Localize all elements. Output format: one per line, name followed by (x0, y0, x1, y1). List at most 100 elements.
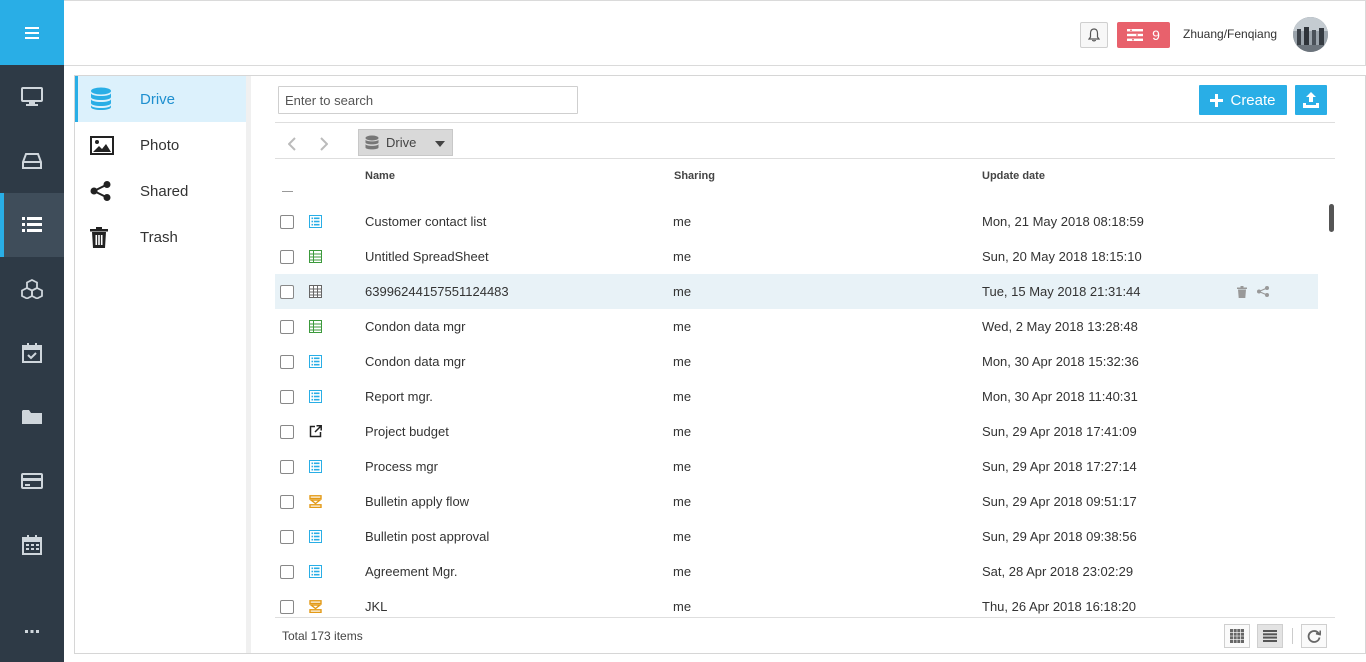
sidebar-item-label: Photo (140, 136, 180, 154)
sidebar-item-drive[interactable]: Drive (75, 76, 246, 122)
chevron-left-icon (288, 137, 296, 151)
file-type-icon (308, 390, 322, 404)
row-checkbox[interactable] (280, 249, 294, 264)
form-icon (308, 355, 322, 368)
table-row[interactable]: Untitled SpreadSheet me Sun, 20 May 2018 1… (275, 239, 1318, 274)
rail-item-tasks[interactable] (0, 321, 64, 385)
file-name[interactable]: JKL (365, 599, 387, 614)
file-sharing: me (673, 459, 692, 474)
list-view-button[interactable] (1257, 624, 1283, 648)
table-row[interactable]: JKL me Thu, 26 Apr 2018 16:18:20 (275, 589, 1318, 616)
file-sharing: me (673, 599, 692, 614)
row-checkbox[interactable] (280, 564, 294, 579)
rail-item-payment[interactable] (0, 449, 64, 513)
search-input[interactable] (278, 86, 578, 114)
rail-item-modules[interactable] (0, 257, 64, 321)
database-icon (365, 135, 379, 149)
row-checkbox[interactable] (280, 599, 294, 614)
rail-item-desktop[interactable] (0, 65, 64, 129)
table-row[interactable]: Process mgr me Sun, 29 Apr 2018 17:27:14 (275, 449, 1318, 484)
trash-icon (90, 226, 108, 248)
sidebar-item-photo[interactable]: Photo (75, 122, 246, 168)
toolbar-divider (275, 122, 1335, 123)
rail-item-drive[interactable] (0, 129, 64, 193)
file-update-date: Sun, 29 Apr 2018 17:41:09 (982, 424, 1137, 439)
file-update-date: Sun, 29 Apr 2018 09:38:56 (982, 529, 1137, 544)
file-name[interactable]: Agreement Mgr. (365, 564, 458, 579)
file-sharing: me (673, 564, 692, 579)
file-sharing: me (673, 319, 692, 334)
file-type-icon (308, 425, 322, 439)
table-row[interactable]: Condon data mgr me Wed, 2 May 2018 13:28:4… (275, 309, 1318, 344)
file-name[interactable]: Condon data mgr (365, 319, 465, 334)
scrollbar-thumb[interactable] (1329, 204, 1334, 232)
file-name[interactable]: 63996244157551124483 (365, 284, 509, 299)
plus-icon (1210, 93, 1224, 107)
grid-icon (1230, 629, 1244, 643)
rail-item-calendar[interactable] (0, 513, 64, 577)
file-name[interactable]: Project budget (365, 424, 449, 439)
location-dropdown[interactable]: Drive (358, 129, 453, 156)
refresh-button[interactable] (1301, 624, 1327, 648)
refresh-icon (1307, 630, 1321, 643)
table-row[interactable]: Project budget me Sun, 29 Apr 2018 17:41:0… (275, 414, 1318, 449)
table-row[interactable]: Condon data mgr me Mon, 30 Apr 2018 15:32:… (275, 344, 1318, 379)
workflow-icon (308, 495, 322, 508)
table-row[interactable]: 63996244157551124483 me Tue, 15 May 2018 2… (275, 274, 1318, 309)
row-checkbox[interactable] (280, 319, 294, 334)
rail-more-button[interactable] (0, 602, 64, 662)
card-icon (21, 473, 43, 489)
file-name[interactable]: Report mgr. (365, 389, 433, 404)
table-row[interactable]: Report mgr. me Mon, 30 Apr 2018 11:40:31 (275, 379, 1318, 414)
row-checkbox[interactable] (280, 494, 294, 509)
row-checkbox[interactable] (280, 529, 294, 544)
user-name[interactable]: Zhuang/Fenqiang (1183, 27, 1277, 41)
chevron-right-icon (320, 137, 328, 151)
avatar[interactable] (1293, 17, 1328, 52)
select-all-indicator[interactable] (282, 191, 293, 192)
form-icon (308, 530, 322, 543)
back-button[interactable] (278, 132, 306, 156)
column-header-name[interactable]: Name (365, 170, 395, 182)
file-name[interactable]: Process mgr (365, 459, 438, 474)
row-checkbox[interactable] (280, 354, 294, 369)
row-checkbox[interactable] (280, 284, 294, 299)
column-header-sharing[interactable]: Sharing (674, 170, 715, 182)
row-checkbox[interactable] (280, 389, 294, 404)
column-header-date[interactable]: Update date (982, 170, 1045, 182)
table-row[interactable]: Bulletin post approval me Sun, 29 Apr 2018… (275, 519, 1318, 554)
forward-button[interactable] (310, 132, 338, 156)
file-name[interactable]: Untitled SpreadSheet (365, 249, 489, 264)
rail-item-files[interactable] (0, 385, 64, 449)
spreadsheet-icon (308, 320, 322, 333)
table-row[interactable]: Bulletin apply flow me Sun, 29 Apr 2018 09… (275, 484, 1318, 519)
file-browser: Create Drive Name Sharing Update date Cu… (256, 76, 1366, 653)
pending-tasks-button[interactable]: 9 (1117, 22, 1170, 48)
sidebar-item-shared[interactable]: Shared (75, 168, 246, 214)
file-name[interactable]: Bulletin apply flow (365, 494, 469, 509)
file-sharing: me (673, 284, 692, 299)
row-checkbox[interactable] (280, 459, 294, 474)
grid-view-button[interactable] (1224, 624, 1250, 648)
view-divider (1292, 628, 1293, 644)
file-name[interactable]: Customer contact list (365, 214, 486, 229)
file-sharing: me (673, 214, 692, 229)
row-checkbox[interactable] (280, 424, 294, 439)
menu-toggle-button[interactable] (0, 0, 64, 65)
file-name[interactable]: Bulletin post approval (365, 529, 489, 544)
table-row[interactable]: Customer contact list me Mon, 21 May 2018 … (275, 204, 1318, 239)
notifications-button[interactable] (1080, 22, 1108, 48)
file-type-icon (308, 285, 322, 299)
upload-button[interactable] (1295, 85, 1327, 115)
list-lines-icon (1263, 630, 1277, 642)
delete-icon[interactable] (1237, 285, 1247, 298)
sidebar-item-trash[interactable]: Trash (75, 214, 246, 260)
file-name[interactable]: Condon data mgr (365, 354, 465, 369)
rail-item-list[interactable] (0, 193, 64, 257)
tasks-icon (1127, 29, 1144, 41)
share-icon[interactable] (1257, 286, 1269, 297)
row-checkbox[interactable] (280, 214, 294, 229)
file-update-date: Sun, 20 May 2018 18:15:10 (982, 249, 1142, 264)
create-button[interactable]: Create (1199, 85, 1287, 115)
table-row[interactable]: Agreement Mgr. me Sat, 28 Apr 2018 23:02:2… (275, 554, 1318, 589)
